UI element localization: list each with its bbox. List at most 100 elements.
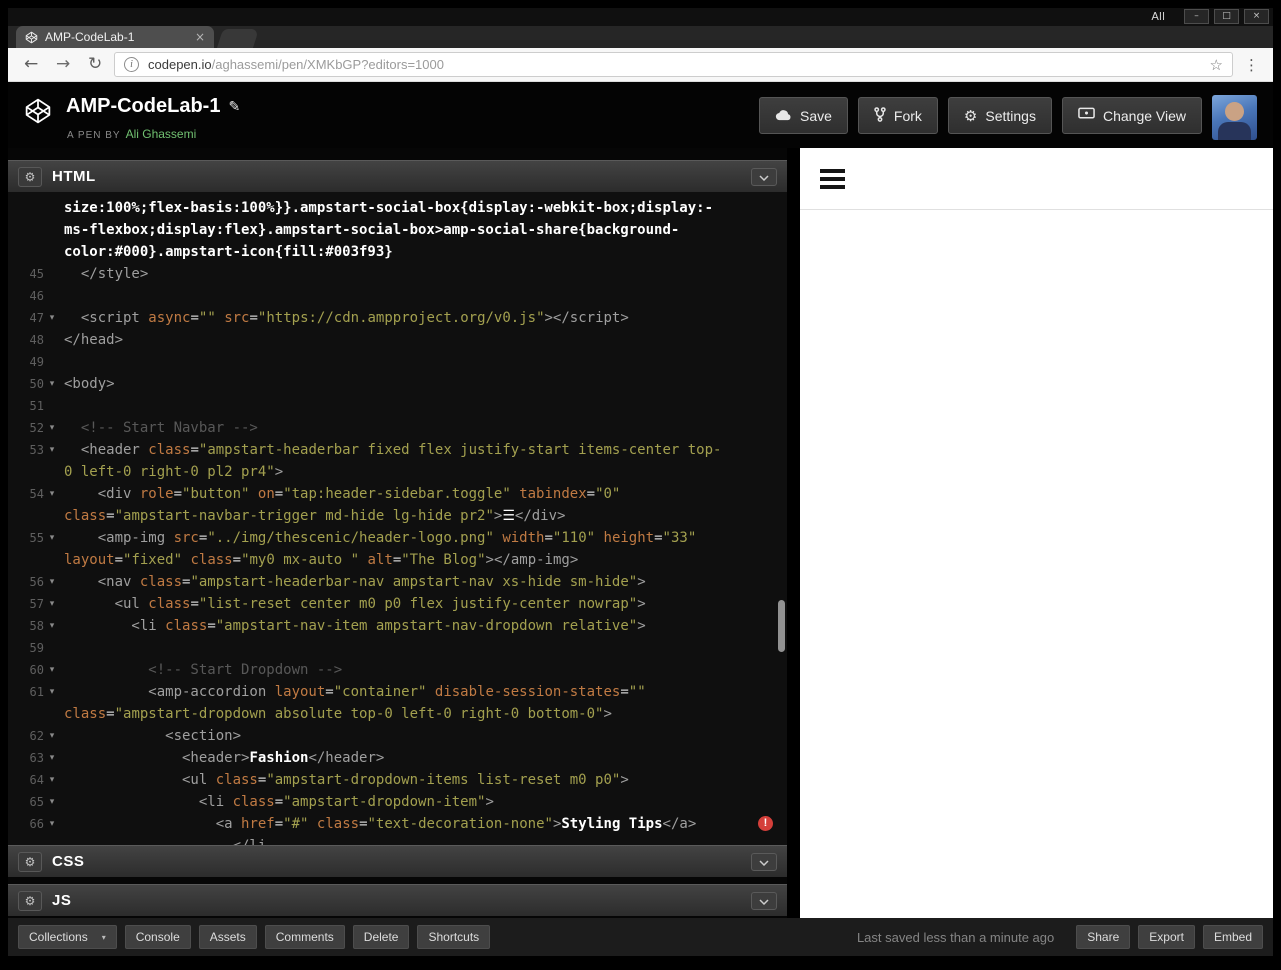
preview-hamburger-icon[interactable]: [820, 169, 845, 189]
change-view-button[interactable]: Change View: [1061, 97, 1202, 134]
fold-arrow-icon[interactable]: ▾: [44, 483, 60, 505]
code-line[interactable]: 49: [8, 351, 787, 373]
fold-arrow-icon[interactable]: ▾: [44, 373, 60, 395]
html-settings-gear-icon[interactable]: ⚙: [18, 166, 42, 187]
fold-arrow-icon[interactable]: ▾: [44, 813, 60, 835]
code-line[interactable]: 48 </head>: [8, 329, 787, 351]
code-line[interactable]: size:100%;flex-basis:100%}}.ampstart-soc…: [8, 197, 787, 219]
settings-button[interactable]: ⚙ Settings: [947, 97, 1052, 134]
line-number: 48: [29, 333, 44, 347]
reload-button[interactable]: ↻: [88, 54, 102, 74]
line-number: 55: [29, 531, 44, 545]
edit-title-icon[interactable]: ✎: [228, 99, 240, 115]
shortcuts-label: Shortcuts: [428, 930, 480, 944]
code-line[interactable]: 50 ▾ <body>: [8, 373, 787, 395]
share-button[interactable]: Share: [1076, 925, 1131, 949]
code-line[interactable]: 60 ▾ <!-- Start Dropdown -->: [8, 659, 787, 681]
code-line[interactable]: 47 ▾ <script async="" src="https://cdn.am…: [8, 307, 787, 329]
save-button[interactable]: Save: [759, 97, 848, 134]
code-line[interactable]: 63 ▾ <header>Fashion</header>: [8, 747, 787, 769]
window-minimize-button[interactable]: –: [1184, 9, 1209, 24]
fold-arrow-icon[interactable]: ▾: [44, 659, 60, 681]
delete-button[interactable]: Delete: [352, 925, 410, 949]
line-number: 57: [29, 597, 44, 611]
code-line[interactable]: 66 ▾ <a href="#" class="text-decoration-n…: [8, 813, 787, 835]
code-line[interactable]: 45 </style>: [8, 263, 787, 285]
code-line[interactable]: 46: [8, 285, 787, 307]
fold-arrow-icon[interactable]: ▾: [44, 681, 60, 703]
url-bar[interactable]: i codepen.io/aghassemi/pen/XMKbGP?editor…: [114, 52, 1233, 77]
html-collapse-button[interactable]: [751, 167, 777, 186]
fold-arrow-icon[interactable]: ▾: [44, 527, 60, 549]
code-line[interactable]: </li: [8, 835, 787, 845]
html-editor[interactable]: size:100%;flex-basis:100%}}.ampstart-soc…: [8, 192, 787, 845]
assets-button[interactable]: Assets: [198, 925, 257, 949]
console-button[interactable]: Console: [124, 925, 191, 949]
code-line[interactable]: 64 ▾ <ul class="ampstart-dropdown-items l…: [8, 769, 787, 791]
export-button[interactable]: Export: [1138, 925, 1195, 949]
code-line[interactable]: 56 ▾ <nav class="ampstart-headerbar-nav a…: [8, 571, 787, 593]
fold-arrow-icon[interactable]: ▾: [44, 769, 60, 791]
comments-button[interactable]: Comments: [264, 925, 345, 949]
collections-dropdown[interactable]: Collections ▾: [18, 925, 117, 949]
fold-arrow-icon[interactable]: ▾: [44, 615, 60, 637]
code-line[interactable]: color:#000}.ampstart-icon{fill:#003f93}: [8, 241, 787, 263]
line-number: 59: [29, 641, 44, 655]
code-line[interactable]: 54 ▾ <div role="button" on="tap:header-si…: [8, 483, 787, 505]
browser-tab[interactable]: AMP-CodeLab-1 ×: [16, 26, 214, 48]
url-text: codepen.io/aghassemi/pen/XMKbGP?editors=…: [148, 57, 444, 72]
fold-arrow-icon[interactable]: ▾: [44, 747, 60, 769]
code-line[interactable]: 51: [8, 395, 787, 417]
editor-scrollbar[interactable]: [778, 600, 785, 652]
author-link[interactable]: Ali Ghassemi: [126, 127, 197, 141]
code-line[interactable]: 59: [8, 637, 787, 659]
gear-icon: ⚙: [963, 106, 978, 125]
browser-menu-icon[interactable]: ⋮: [1244, 56, 1260, 74]
assets-label: Assets: [209, 930, 246, 944]
error-badge[interactable]: !: [758, 816, 773, 831]
code-line[interactable]: 55 ▾ <amp-img src="../img/thescenic/heade…: [8, 527, 787, 549]
back-button[interactable]: ←: [24, 54, 38, 74]
window-maximize-button[interactable]: □: [1214, 9, 1239, 24]
css-collapse-button[interactable]: [751, 852, 777, 871]
code-line[interactable]: 57 ▾ <ul class="list-reset center m0 p0 f…: [8, 593, 787, 615]
code-line[interactable]: 52 ▾ <!-- Start Navbar -->: [8, 417, 787, 439]
code-line[interactable]: class="ampstart-dropdown absolute top-0 …: [8, 703, 787, 725]
new-tab-button[interactable]: [216, 29, 260, 48]
css-settings-gear-icon[interactable]: ⚙: [18, 851, 42, 872]
code-line[interactable]: 53 ▾ <header class="ampstart-headerbar fi…: [8, 439, 787, 461]
fold-arrow-icon[interactable]: ▾: [44, 571, 60, 593]
embed-button[interactable]: Embed: [1202, 925, 1263, 949]
window-close-button[interactable]: ×: [1244, 9, 1269, 24]
code-line[interactable]: 62 ▾ <section>: [8, 725, 787, 747]
code-line[interactable]: 58 ▾ <li class="ampstart-nav-item ampstar…: [8, 615, 787, 637]
codepen-logo-icon[interactable]: [24, 97, 52, 130]
fork-button[interactable]: Fork: [857, 97, 938, 134]
code-text: <amp-img src="../img/thescenic/header-lo…: [64, 530, 697, 546]
code-line[interactable]: ms-flexbox;display:flex}.ampstart-social…: [8, 219, 787, 241]
code-line[interactable]: 65 ▾ <li class="ampstart-dropdown-item">: [8, 791, 787, 813]
code-text: <script async="" src="https://cdn.amppro…: [64, 310, 629, 326]
bookmark-star-icon[interactable]: ☆: [1210, 56, 1223, 74]
fold-arrow-icon[interactable]: ▾: [44, 791, 60, 813]
shortcuts-button[interactable]: Shortcuts: [417, 925, 491, 949]
tab-close-icon[interactable]: ×: [195, 30, 205, 44]
code-line[interactable]: class="ampstart-navbar-trigger md-hide l…: [8, 505, 787, 527]
line-number: [8, 835, 44, 845]
js-collapse-button[interactable]: [751, 891, 777, 910]
fold-arrow-icon[interactable]: ▾: [44, 725, 60, 747]
fold-arrow-icon[interactable]: ▾: [44, 417, 60, 439]
code-line[interactable]: 0 left-0 right-0 pl2 pr4">: [8, 461, 787, 483]
fold-arrow-icon[interactable]: ▾: [44, 307, 60, 329]
fold-arrow-icon[interactable]: ▾: [44, 439, 60, 461]
forward-button[interactable]: →: [56, 54, 70, 74]
fold-arrow-icon[interactable]: ▾: [44, 593, 60, 615]
js-panel-label: JS: [52, 892, 72, 909]
code-line[interactable]: layout="fixed" class="my0 mx-auto " alt=…: [8, 549, 787, 571]
code-line[interactable]: 61 ▾ <amp-accordion layout="container" di…: [8, 681, 787, 703]
js-settings-gear-icon[interactable]: ⚙: [18, 890, 42, 911]
avatar[interactable]: [1212, 95, 1257, 140]
page-info-icon[interactable]: i: [124, 57, 139, 72]
code-text: <nav class="ampstart-headerbar-nav ampst…: [64, 574, 646, 590]
